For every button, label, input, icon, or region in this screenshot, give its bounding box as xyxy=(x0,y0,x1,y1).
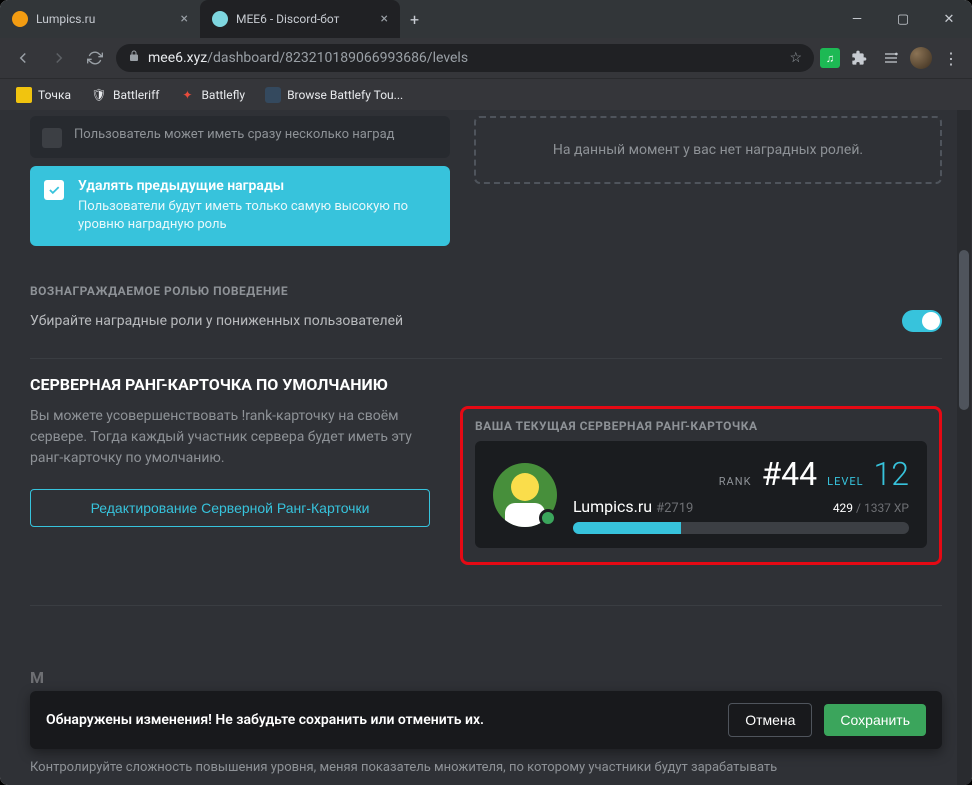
divider xyxy=(30,605,942,606)
option-remove-previous[interactable]: Удалять предыдущие награды Пользователи … xyxy=(30,166,450,246)
new-tab-button[interactable]: + xyxy=(400,0,429,38)
checkbox-checked-icon xyxy=(44,180,64,200)
bookmark-item[interactable]: Точка xyxy=(8,83,79,107)
rank-card-preview-container: ВАША ТЕКУЩАЯ СЕРВЕРНАЯ РАНГ-КАРТОЧКА RAN… xyxy=(460,406,942,565)
bookmark-label: Battleriff xyxy=(113,88,159,102)
rank-desc: Вы можете усовершенствовать !rank-карточ… xyxy=(30,406,430,469)
close-icon[interactable]: ✕ xyxy=(926,0,972,38)
tab-title: Lumpics.ru xyxy=(36,12,173,26)
lock-icon xyxy=(128,50,140,66)
minimize-icon[interactable]: — xyxy=(834,0,880,38)
extension-icon[interactable]: ♫ xyxy=(820,48,840,68)
behavior-label: Убирайте наградные роли у пониженных пол… xyxy=(30,313,403,329)
status-online-icon xyxy=(539,509,557,527)
edit-rank-card-button[interactable]: Редактирование Серверной Ранг-Карточки xyxy=(30,489,430,527)
forward-button[interactable] xyxy=(44,43,74,73)
xp-text: 429 / 1337 XP xyxy=(833,501,909,515)
bookmark-label: Battlefly xyxy=(201,88,245,102)
back-button[interactable] xyxy=(8,43,38,73)
save-bar-message: Обнаружены изменения! Не забудьте сохран… xyxy=(46,712,716,728)
save-button[interactable]: Сохранить xyxy=(824,704,926,736)
level-value: 12 xyxy=(874,455,910,493)
bookmark-icon: ✦ xyxy=(179,87,195,103)
cancel-button[interactable]: Отмена xyxy=(728,703,812,737)
section-heading-behavior: ВОЗНАГРАЖДАЕМОЕ РОЛЬЮ ПОВЕДЕНИЕ xyxy=(30,284,942,298)
avatar[interactable] xyxy=(910,47,932,69)
bookmark-icon xyxy=(265,87,281,103)
page-content: Пользователь может иметь сразу несколько… xyxy=(0,110,972,785)
bookmarks-bar: Точка 🛡 Battleriff ✦ Battlefly Browse Batt… xyxy=(0,78,972,110)
rank-value: #44 xyxy=(761,455,817,493)
bookmark-label: Browse Battlefy Tou... xyxy=(287,88,403,102)
option-desc: Пользователь может иметь сразу несколько… xyxy=(74,126,394,144)
bookmark-label: Точка xyxy=(38,88,71,102)
avatar xyxy=(493,463,557,527)
bookmark-item[interactable]: 🛡 Battleriff xyxy=(83,83,167,107)
rank-label: RANK xyxy=(719,475,752,488)
menu-icon[interactable]: ⋮ xyxy=(938,45,964,71)
divider xyxy=(30,358,942,359)
unsaved-changes-bar: Обнаружены изменения! Не забудьте сохран… xyxy=(30,691,942,749)
rank-card: RANK #44 LEVEL 12 Lumpics.ru#2719 429 / … xyxy=(475,441,927,548)
xp-progress-bar xyxy=(573,522,909,534)
address-bar: mee6.xyz/dashboard/823210189066993686/le… xyxy=(0,38,972,78)
scrollbar[interactable] xyxy=(957,110,971,785)
close-icon[interactable]: × xyxy=(181,11,188,27)
option-stacked-rewards[interactable]: Пользователь может иметь сразу несколько… xyxy=(30,116,450,158)
option-title: Удалять предыдущие награды xyxy=(78,178,436,194)
star-icon[interactable]: ☆ xyxy=(789,50,802,66)
bookmark-item[interactable]: Browse Battlefy Tou... xyxy=(257,83,411,107)
tab-title: MEE6 - Discord-бот xyxy=(236,12,373,26)
favicon-icon xyxy=(212,11,228,27)
section-heading-multiplier: М xyxy=(30,668,44,687)
url-domain: mee6.xyz/dashboard/823210189066993686/le… xyxy=(148,50,468,66)
omnibox[interactable]: mee6.xyz/dashboard/823210189066993686/le… xyxy=(116,44,814,72)
browser-window: Lumpics.ru × MEE6 - Discord-бот × + — ▢ … xyxy=(0,0,972,785)
checkbox-empty-icon xyxy=(42,128,62,148)
rank-card-title: ВАША ТЕКУЩАЯ СЕРВЕРНАЯ РАНГ-КАРТОЧКА xyxy=(475,419,927,433)
extensions-icon[interactable] xyxy=(846,45,872,71)
section-heading-rank: СЕРВЕРНАЯ РАНГ-КАРТОЧКА ПО УМОЛЧАНИЮ xyxy=(0,375,972,406)
bookmark-item[interactable]: ✦ Battlefly xyxy=(171,83,253,107)
multiplier-desc: Контролируйте сложность повышения уровня… xyxy=(30,760,942,775)
scroll-thumb[interactable] xyxy=(959,250,969,410)
window-controls: — ▢ ✕ xyxy=(834,0,972,38)
maximize-icon[interactable]: ▢ xyxy=(880,0,926,38)
bookmark-icon xyxy=(16,87,32,103)
empty-roles-placeholder: На данный момент у вас нет наградных рол… xyxy=(474,116,942,184)
titlebar: Lumpics.ru × MEE6 - Discord-бот × + — ▢ … xyxy=(0,0,972,38)
bookmark-icon: 🛡 xyxy=(91,87,107,103)
tab-inactive[interactable]: Lumpics.ru × xyxy=(0,0,200,38)
media-icon[interactable] xyxy=(878,45,904,71)
close-icon[interactable]: × xyxy=(381,11,388,27)
level-label: LEVEL xyxy=(827,475,863,488)
reload-button[interactable] xyxy=(80,43,110,73)
toggle-behavior[interactable] xyxy=(902,310,942,332)
favicon-icon xyxy=(12,11,28,27)
option-desc: Пользователи будут иметь только самую вы… xyxy=(78,198,436,234)
username: Lumpics.ru#2719 xyxy=(573,497,693,516)
tab-active[interactable]: MEE6 - Discord-бот × xyxy=(200,0,400,38)
